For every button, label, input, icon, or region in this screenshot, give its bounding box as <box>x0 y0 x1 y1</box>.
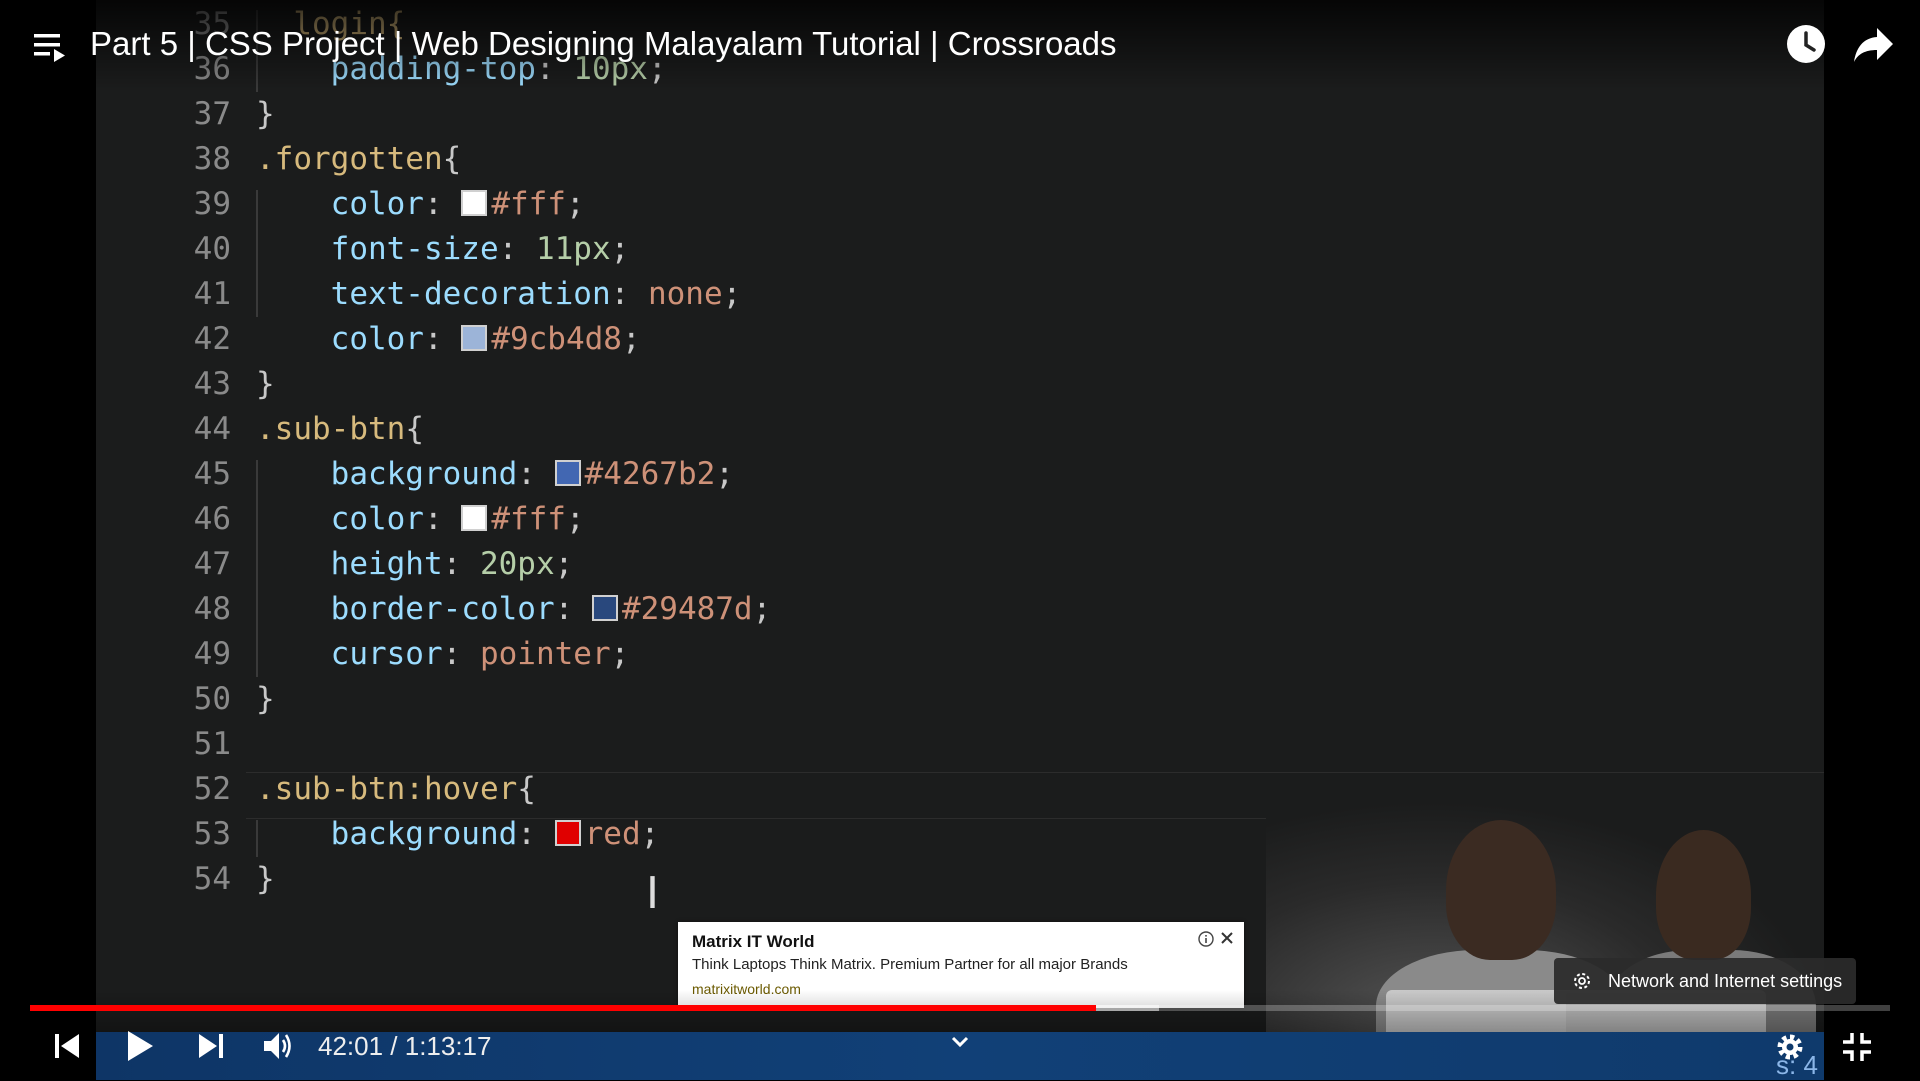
video-title[interactable]: Part 5 | CSS Project | Web Designing Mal… <box>90 22 1117 66</box>
line-number: 39 <box>193 186 231 222</box>
exit-fullscreen-icon[interactable] <box>1842 1032 1872 1062</box>
code-line: 41 text-decoration: none; <box>96 272 1824 317</box>
watch-later-icon[interactable] <box>1786 24 1826 64</box>
code-line: 37} <box>96 92 1824 137</box>
code-line: 39 color: #fff; <box>96 182 1824 227</box>
code-line: 46 color: #fff; <box>96 497 1824 542</box>
code-text: .forgotten{ <box>256 141 462 177</box>
code-line: 50} <box>96 677 1824 722</box>
line-number: 37 <box>193 96 231 132</box>
line-number: 41 <box>193 276 231 312</box>
previous-icon[interactable] <box>54 1033 80 1059</box>
code-line: 45 background: #4267b2; <box>96 452 1824 497</box>
code-line: 48 border-color: #29487d; <box>96 587 1824 632</box>
line-number: 45 <box>193 456 231 492</box>
code-line: 40 font-size: 11px; <box>96 227 1824 272</box>
settings-icon[interactable] <box>1774 1031 1806 1063</box>
next-icon[interactable] <box>198 1033 224 1059</box>
close-icon[interactable] <box>1218 929 1236 947</box>
chevron-down-icon[interactable] <box>948 1030 972 1054</box>
line-number: 47 <box>193 546 231 582</box>
code-line: 51 <box>96 722 1824 767</box>
progress-played <box>30 1005 1096 1011</box>
line-number: 42 <box>193 321 231 357</box>
line-number: 44 <box>193 411 231 447</box>
toast-text: Network and Internet settings <box>1608 971 1843 991</box>
code-text: } <box>256 861 275 897</box>
text-cursor-icon: I <box>646 868 659 919</box>
code-line: 43} <box>96 362 1824 407</box>
line-number: 53 <box>193 816 231 852</box>
line-number: 46 <box>193 501 231 537</box>
code-text: cursor: pointer; <box>330 636 630 672</box>
code-text: font-size: 11px; <box>330 231 630 267</box>
code-line: 47 height: 20px; <box>96 542 1824 587</box>
code-text: .sub-btn{ <box>256 411 424 447</box>
network-settings-toast[interactable]: Network and Internet settings <box>1554 958 1856 1004</box>
video-frame[interactable]: 35 login{36 padding-top: 10px;37}38.forg… <box>96 0 1824 1080</box>
info-icon[interactable] <box>1198 931 1214 947</box>
playlist-icon[interactable] <box>34 32 68 66</box>
volume-icon[interactable] <box>262 1030 294 1062</box>
time-display: 42:01 / 1:13:17 <box>318 1031 492 1061</box>
code-text: color: #fff; <box>330 501 585 537</box>
line-number: 49 <box>193 636 231 672</box>
code-text: border-color: #29487d; <box>330 591 772 627</box>
ad-title[interactable]: Matrix IT World <box>692 932 814 952</box>
line-number: 43 <box>193 366 231 402</box>
code-text: color: #fff; <box>330 186 585 222</box>
code-line: 49 cursor: pointer; <box>96 632 1824 677</box>
code-text: text-decoration: none; <box>330 276 742 312</box>
share-icon[interactable] <box>1853 26 1895 64</box>
indent-guide <box>256 820 258 857</box>
line-number: 52 <box>193 771 231 807</box>
code-text: background: #4267b2; <box>330 456 734 492</box>
code-line: 44 .sub-btn{ <box>96 407 1824 452</box>
indent-guide <box>256 190 258 317</box>
top-bar: Part 5 | CSS Project | Web Designing Mal… <box>0 0 1920 90</box>
line-number: 54 <box>193 861 231 897</box>
line-number: 40 <box>193 231 231 267</box>
line-number: 50 <box>193 681 231 717</box>
code-text: height: 20px; <box>330 546 574 582</box>
indent-guide <box>256 460 258 677</box>
code-text: color: #9cb4d8; <box>330 321 641 357</box>
code-line: 38 .forgotten{ <box>96 137 1824 182</box>
progress-bar[interactable] <box>30 1005 1890 1011</box>
play-icon[interactable] <box>126 1030 154 1062</box>
line-number: 51 <box>193 726 231 762</box>
line-number: 38 <box>193 141 231 177</box>
ad-description: Think Laptops Think Matrix. Premium Part… <box>692 956 1128 973</box>
code-line: 42 color: #9cb4d8; <box>96 317 1824 362</box>
code-text: } <box>256 681 275 717</box>
code-text: } <box>256 366 275 402</box>
gear-icon <box>1574 973 1590 989</box>
code-text: } <box>256 96 275 132</box>
line-number: 48 <box>193 591 231 627</box>
